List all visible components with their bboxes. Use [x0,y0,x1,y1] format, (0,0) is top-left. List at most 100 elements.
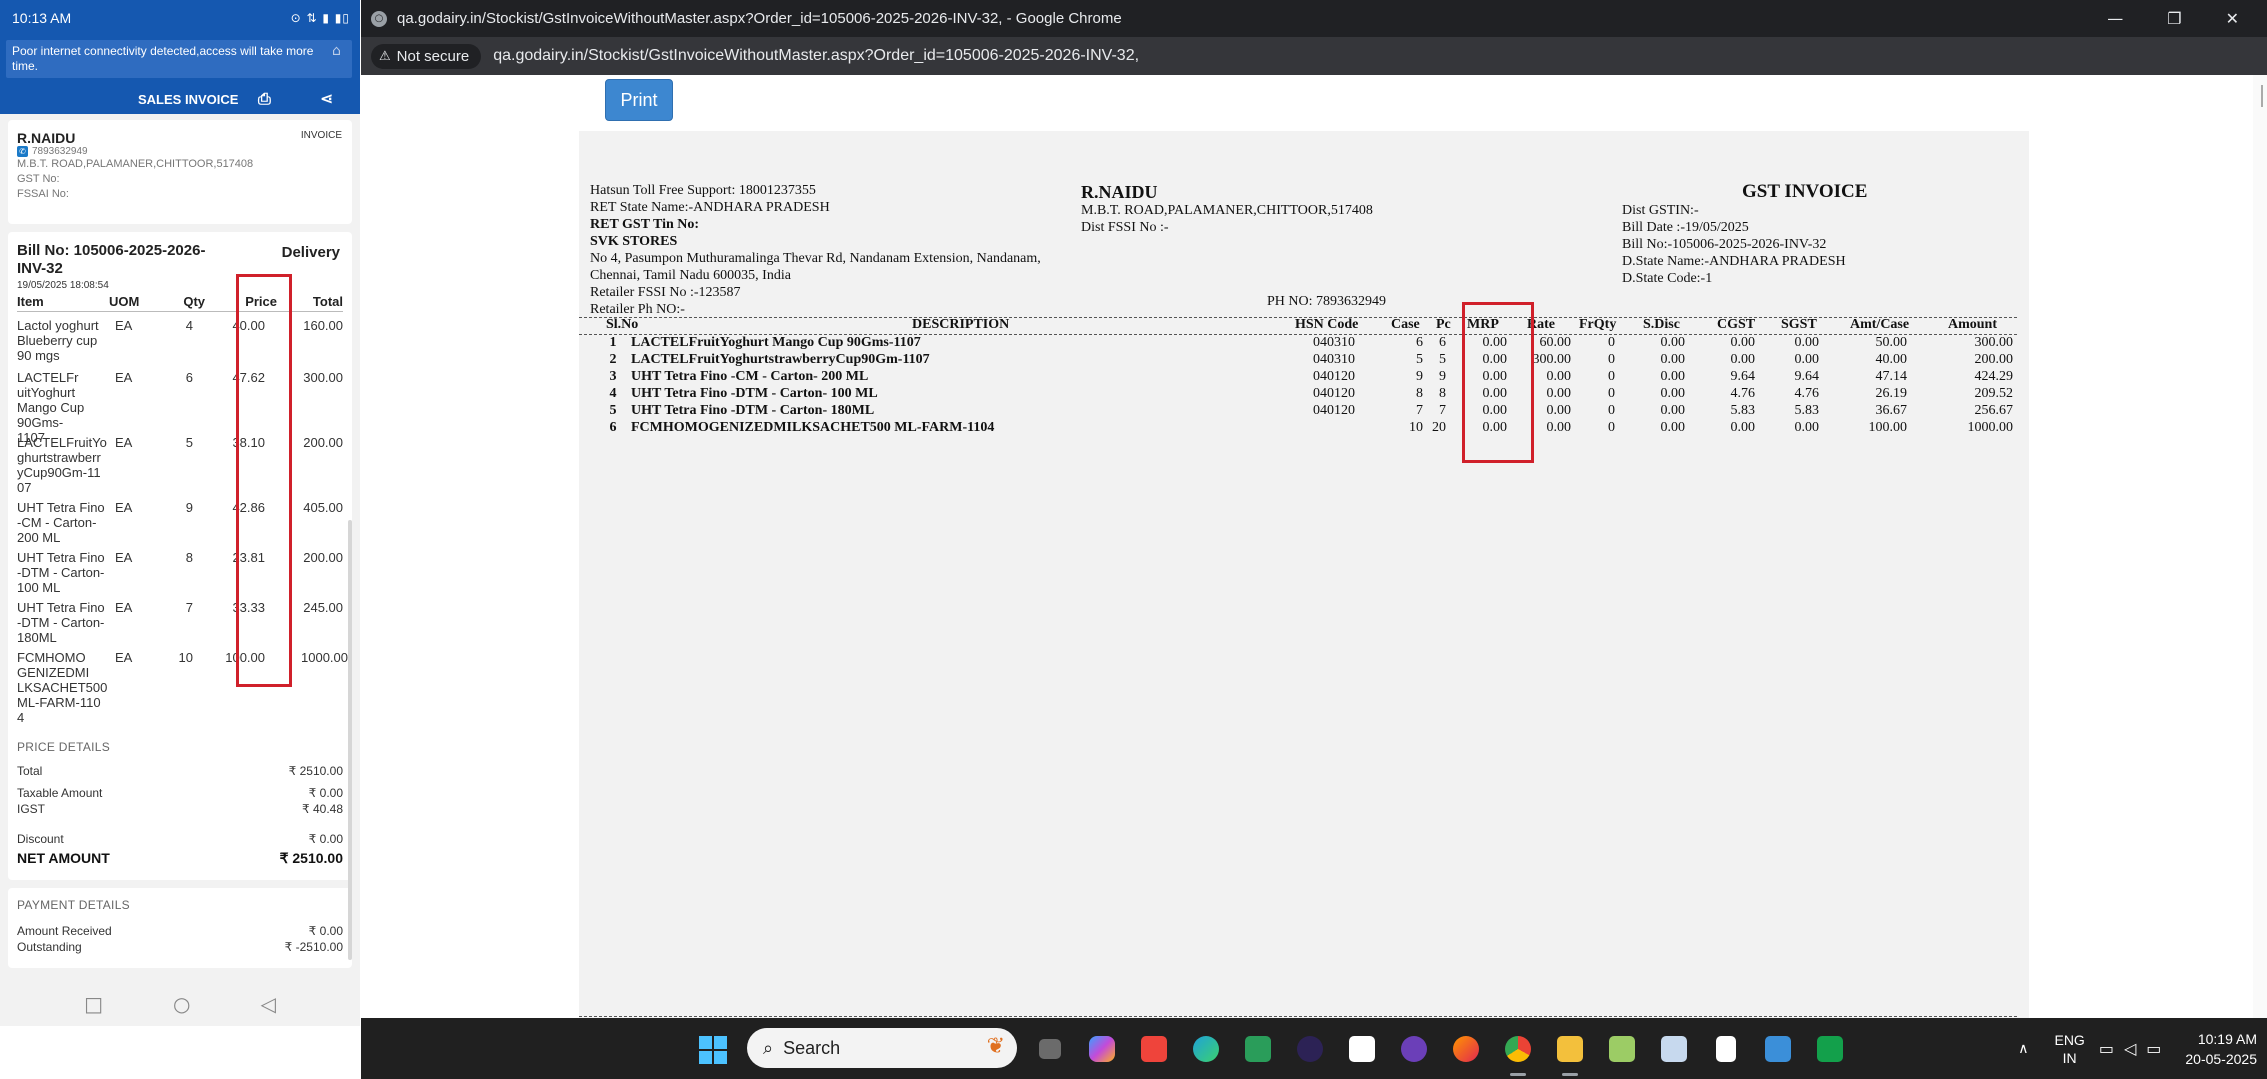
recent-apps-icon[interactable]: □ [84,992,103,1016]
item-name: UHT Tetra Fino -DTM - Carton- 180ML [17,600,105,645]
th-pc: Pc [1436,317,1451,332]
phone-scrollbar[interactable] [348,520,352,960]
support-line: Hatsun Toll Free Support: 18001237355 [590,183,816,198]
cell-amtcase: 36.67 [1875,403,1908,418]
address-bar[interactable]: ⚠ Not secure qa.godairy.in/Stockist/GstI… [361,37,2267,75]
close-icon[interactable]: ✕ [2226,9,2239,28]
cell-slno: 5 [609,403,617,418]
cell-case: 5 [1416,352,1423,367]
distributor-name: R.NAIDU [1081,182,1158,202]
arc-icon[interactable] [1395,1030,1433,1068]
divider [579,1016,2017,1017]
start-icon[interactable] [699,1036,727,1064]
net-amount-row: NET AMOUNT ₹ 2510.00 [17,850,343,866]
print-icon[interactable]: ⎙ [258,89,271,109]
cell-desc: UHT Tetra Fino -DTM - Carton- 100 ML [631,386,878,401]
clock-time: 10:19 AM [2197,1030,2257,1047]
item-uom: EA [115,370,133,385]
list-item[interactable]: FCMHOMO GENIZEDMI LKSACHET500 ML-FARM-11… [17,650,348,726]
search-highlight-icon: ❦ [986,1034,1005,1059]
chat-icon[interactable] [1759,1030,1797,1068]
cell-cgst: 0.00 [1730,420,1756,435]
print-button[interactable]: Print [605,79,673,121]
cell-case: 6 [1416,335,1423,350]
home-icon[interactable]: ⌂ [332,44,346,58]
url-text[interactable]: qa.godairy.in/Stockist/GstInvoiceWithout… [493,47,1139,65]
discount-label: Discount [17,832,64,846]
home-circle-icon[interactable]: ○ [173,992,190,1016]
retailer-fssai: Retailer FSSI No :-123587 [590,285,741,300]
cell-case: 8 [1416,386,1423,401]
item-name: FCMHOMO GENIZEDMI LKSACHET500 ML-FARM-11… [17,650,108,725]
item-name: LACTELFruitYo ghurtstrawberr yCup90Gm-11… [17,435,107,495]
language-indicator[interactable]: ENG IN [2054,1031,2084,1067]
price-details-title: PRICE DETAILS [17,740,111,754]
list-item[interactable]: Lactol yoghurt Blueberry cup 90 mgs EA 4… [17,318,343,370]
windows-taskbar: ⌕ Search ❦ ∧ ENG IN ▭◁▭ 10:19 AM 20-05-2… [361,1018,2267,1079]
customer-name: R.NAIDU [17,130,76,146]
paint-icon[interactable] [1239,1030,1277,1068]
anydesk-icon[interactable] [1135,1030,1173,1068]
cell-cgst: 5.83 [1730,403,1756,418]
state-name: D.State Name:-ANDHARA PRADESH [1622,254,1846,269]
task-view-icon[interactable] [1031,1030,1069,1068]
th-slno: Sl.No [606,317,639,332]
file-explorer-icon[interactable] [1551,1030,1589,1076]
taskbar-search[interactable]: ⌕ Search ❦ [747,1028,1017,1068]
taxable-row: Taxable Amount ₹ 0.00 [17,786,343,800]
cell-sgst: 0.00 [1794,335,1820,350]
list-item[interactable]: UHT Tetra Fino -DTM - Carton- 180ML EA 7… [17,600,343,650]
chevron-up-icon[interactable]: ∧ [2018,1041,2028,1057]
network-volume-battery-icons[interactable]: ▭◁▭ [2099,1039,2172,1058]
th-sdisc: S.Disc [1643,317,1680,332]
copilot-icon[interactable] [1083,1030,1121,1068]
customer-card: R.NAIDU INVOICE ✆ 7893632949 M.B.T. ROAD… [8,120,352,224]
system-tray: ∧ ENG IN ▭◁▭ 10:19 AM 20-05-2025 [2018,1018,2267,1079]
item-uom: EA [115,600,133,615]
outstanding-value: ₹ -2510.00 [284,940,343,954]
phone-icon[interactable]: ✆ [17,146,28,157]
cell-desc: LACTELFruitYoghurt Mango Cup 90Gms-1107 [631,335,921,350]
notepad-icon[interactable] [1603,1030,1641,1068]
outlook-icon[interactable] [1655,1030,1693,1068]
cell-hsn: 040120 [1313,403,1355,418]
list-item[interactable]: LACTELFruitYo ghurtstrawberr yCup90Gm-11… [17,435,343,499]
cell-amount: 256.67 [1974,403,2014,418]
list-item[interactable]: LACTELFr uitYoghurt Mango Cup 90Gms-1107… [17,370,343,445]
app-icon[interactable] [1343,1030,1381,1068]
page-scrollbar[interactable] [2253,75,2267,1018]
eclipse-icon[interactable] [1291,1030,1329,1068]
back-icon[interactable]: ◁ [260,992,275,1016]
cell-frqty: 0 [1608,386,1615,401]
col-total: Total [312,294,343,309]
retailer-block: Hatsun Toll Free Support: 18001237355 RE… [590,182,1041,318]
site-info-chip[interactable]: ⚠ Not secure [371,43,482,69]
chrome-icon[interactable] [1499,1030,1537,1076]
clock[interactable]: 10:19 AM 20-05-2025 [2185,1029,2257,1069]
cell-case: 7 [1416,403,1423,418]
item-name: Lactol yoghurt Blueberry cup 90 mgs [17,318,99,363]
cell-desc: UHT Tetra Fino -DTM - Carton- 180ML [631,403,875,418]
items-table-header: Item UOM Qty Price Total [17,294,343,312]
item-uom: EA [115,500,133,515]
item-uom: EA [115,550,133,565]
firefox-icon[interactable] [1447,1030,1485,1068]
outstanding-row: Outstanding ₹ -2510.00 [17,940,343,954]
list-item[interactable]: UHT Tetra Fino -CM - Carton- 200 ML EA 9… [17,500,343,550]
retailer-phone: Retailer Ph NO:- [590,302,685,317]
window-title-bar: ○ qa.godairy.in/Stockist/GstInvoiceWitho… [361,0,2267,37]
cell-amtcase: 26.19 [1875,386,1908,401]
invoice-tag: INVOICE [300,130,342,141]
sheets-icon[interactable] [1811,1030,1849,1068]
list-item[interactable]: UHT Tetra Fino -DTM - Carton- 100 ML EA … [17,550,343,600]
cell-amtcase: 100.00 [1868,420,1908,435]
restore-icon[interactable]: ❐ [2167,9,2181,28]
cell-amtcase: 40.00 [1875,352,1908,367]
document-icon[interactable] [1707,1030,1745,1068]
share-icon[interactable]: ⋖ [320,89,333,108]
edge-icon[interactable] [1187,1030,1225,1068]
cell-sgst: 0.00 [1794,352,1820,367]
search-label: Search [783,1037,841,1058]
rate-highlight-box [1462,302,1534,463]
minimize-icon[interactable]: — [2107,9,2123,28]
